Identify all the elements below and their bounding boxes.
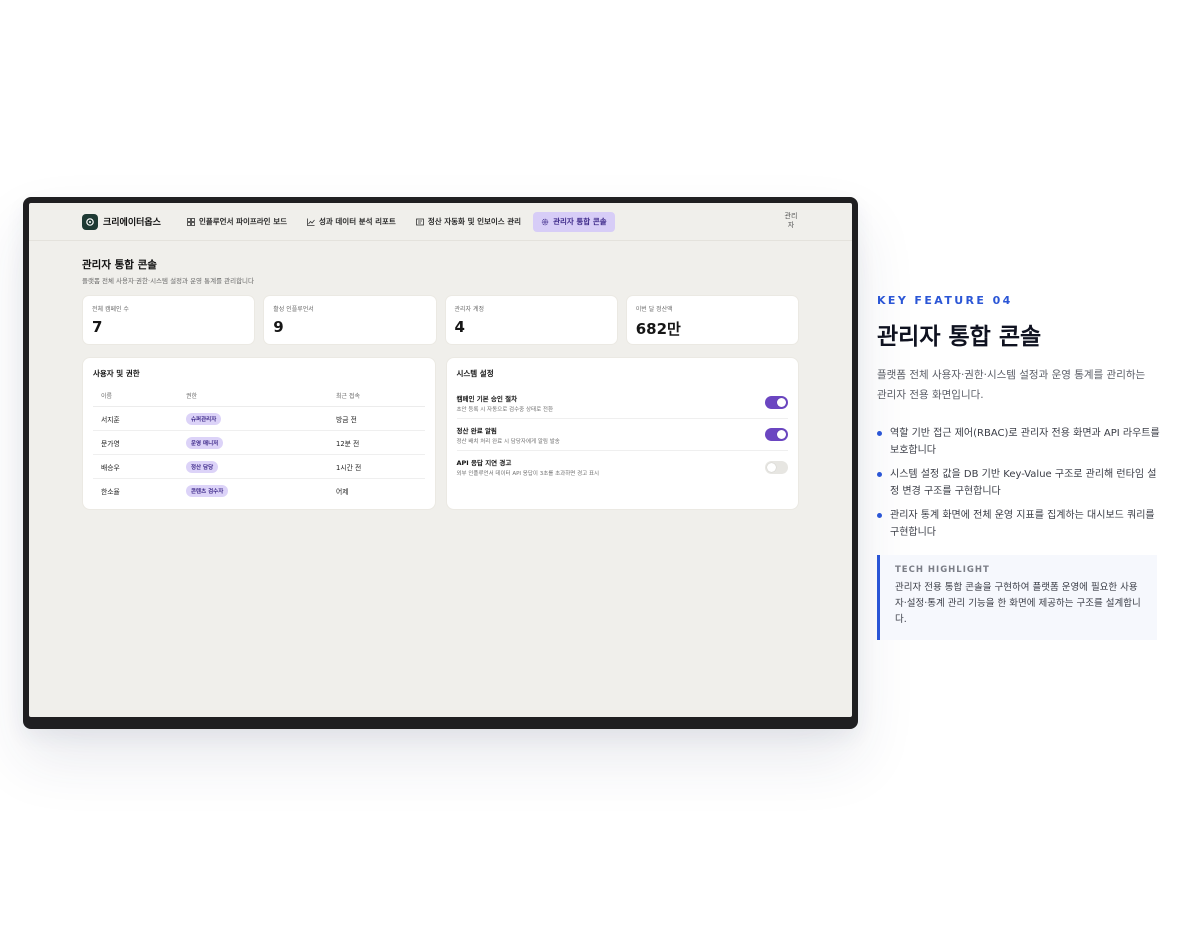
brand-logo-icon xyxy=(82,213,98,230)
setting-row: API 응답 지연 경고 외부 인플루언서 데이터 API 응답이 3초를 초과… xyxy=(456,451,788,483)
stat-label: 관리자 계정 xyxy=(454,306,485,313)
app-screen: 크리에이터옵스 인플루언서 파이프라인 보드 성과 데이터 분석 리포트 정산 … xyxy=(29,203,852,717)
toggle-knob xyxy=(777,398,786,407)
top-navigation-bar: 크리에이터옵스 인플루언서 파이프라인 보드 성과 데이터 분석 리포트 정산 … xyxy=(29,203,852,241)
nav-item-pipeline-board[interactable]: 인플루언서 파이프라인 보드 xyxy=(179,212,295,232)
stat-card-settlement: 이번 달 정산액 682만 xyxy=(625,295,799,345)
column-header-last-access: 최근 접속 xyxy=(328,391,425,407)
gear-icon xyxy=(541,218,549,225)
role-badge: 운영 매니저 xyxy=(186,436,224,449)
panel-title: 사용자 및 권한 xyxy=(93,369,140,378)
users-permissions-panel: 사용자 및 권한 이름 권한 최근 접속 서지훈 슈퍼관리자 방금 전 문가영 … xyxy=(82,357,436,510)
stat-label: 활성 인플루언서 xyxy=(273,306,314,313)
setting-row: 캠페인 기본 승인 절차 초안 등록 시 자동으로 검수중 상태로 전환 xyxy=(456,387,788,419)
panels-row: 사용자 및 권한 이름 권한 최근 접속 서지훈 슈퍼관리자 방금 전 문가영 … xyxy=(82,357,799,510)
setting-name: 캠페인 기본 승인 절차 xyxy=(456,394,518,403)
nav-item-analytics-report[interactable]: 성과 데이터 분석 리포트 xyxy=(299,212,404,232)
feature-bullet: 관리자 통계 화면에 전체 운영 지표를 집계하는 대시보드 쿼리를 구현합니다 xyxy=(877,507,1162,541)
stat-card-campaigns: 전체 캠페인 수 7 xyxy=(82,295,256,345)
table-row[interactable]: 문가영 운영 매니저 12분 전 xyxy=(93,430,425,455)
stat-card-influencers: 활성 인플루언서 9 xyxy=(263,295,437,345)
toggle-knob xyxy=(767,462,776,472)
feature-description: KEY FEATURE 04 관리자 통합 콘솔 플랫폼 전체 사용자·권한·시… xyxy=(877,294,1162,640)
nav-item-admin-console[interactable]: 관리자 통합 콘솔 xyxy=(533,211,615,232)
setting-name: API 응답 지연 경고 xyxy=(456,459,512,467)
brand-name: 크리에이터옵스 xyxy=(103,218,161,228)
column-header-role: 권한 xyxy=(178,391,328,407)
column-header-name: 이름 xyxy=(93,391,178,407)
tech-highlight-text: 관리자 전용 통합 콘솔을 구현하여 플랫폼 운영에 필요한 사용자·설정·통계… xyxy=(895,582,1141,625)
user-name: 배승우 xyxy=(93,454,178,479)
toggle-knob xyxy=(777,430,786,439)
stat-value: 7 xyxy=(92,318,103,336)
board-icon xyxy=(187,217,195,226)
last-access: 어제 xyxy=(336,487,349,496)
role-badge: 콘텐츠 검수자 xyxy=(186,484,229,497)
stats-row: 전체 캠페인 수 7 활성 인플루언서 9 관리자 계정 4 이번 달 정산액 … xyxy=(82,295,799,345)
toggle-switch[interactable] xyxy=(765,428,788,441)
user-name: 문가영 xyxy=(93,430,178,455)
main-content: 관리자 통합 콘솔 플랫폼 전체 사용자·권한·시스템 설정과 운영 통계를 관… xyxy=(29,257,852,510)
tech-highlight-label: TECH HIGHLIGHT xyxy=(895,565,990,575)
feature-bullet: 시스템 설정 값을 DB 기반 Key-Value 구조로 관리해 런타임 설정… xyxy=(877,466,1162,500)
stat-card-admins: 관리자 계정 4 xyxy=(444,295,618,345)
invoice-icon xyxy=(415,218,424,225)
table-row[interactable]: 서지훈 슈퍼관리자 방금 전 xyxy=(93,406,425,431)
toggle-switch[interactable] xyxy=(765,460,788,474)
stat-value: 4 xyxy=(454,318,465,336)
users-table: 이름 권한 최근 접속 서지훈 슈퍼관리자 방금 전 문가영 운영 매니저 12… xyxy=(93,391,425,503)
setting-description: 초안 등록 시 자동으로 검수중 상태로 전환 xyxy=(456,406,554,413)
stat-value: 682만 xyxy=(635,320,681,338)
nav-label: 성과 데이터 분석 리포트 xyxy=(319,217,396,226)
setting-name: 정산 완료 알림 xyxy=(456,426,497,435)
user-name: 서지훈 xyxy=(93,406,178,431)
stat-label: 전체 캠페인 수 xyxy=(92,306,129,313)
setting-row: 정산 완료 알림 정산 배치 처리 완료 시 담당자에게 알림 발송 xyxy=(456,419,788,451)
settings-list: 캠페인 기본 승인 절차 초안 등록 시 자동으로 검수중 상태로 전환 정산 … xyxy=(456,387,788,483)
last-access: 방금 전 xyxy=(328,406,425,431)
main-nav: 인플루언서 파이프라인 보드 성과 데이터 분석 리포트 정산 자동화 및 인보… xyxy=(179,211,615,232)
role-badge: 정산 담당 xyxy=(186,460,219,473)
stat-label: 이번 달 정산액 xyxy=(635,306,673,313)
table-row[interactable]: 한소율 콘텐츠 검수자 어제 xyxy=(93,479,425,503)
feature-bullet: 역할 기반 접근 제어(RBAC)로 관리자 전용 화면과 API 라우트를 보… xyxy=(877,425,1162,459)
nav-label: 정산 자동화 및 인보이스 관리 xyxy=(427,217,522,226)
system-settings-panel: 시스템 설정 캠페인 기본 승인 절차 초안 등록 시 자동으로 검수중 상태로… xyxy=(445,357,799,510)
brand[interactable]: 크리에이터옵스 xyxy=(82,213,161,230)
page-subtitle: 플랫폼 전체 사용자·권한·시스템 설정과 운영 통계를 관리합니다 xyxy=(82,277,255,285)
toggle-switch[interactable] xyxy=(765,396,788,409)
last-access: 1시간 전 xyxy=(328,454,425,479)
table-row[interactable]: 배승우 정산 담당 1시간 전 xyxy=(93,454,425,479)
setting-description: 정산 배치 처리 완료 시 담당자에게 알림 발송 xyxy=(456,438,560,445)
feature-bullet-list: 역할 기반 접근 제어(RBAC)로 관리자 전용 화면과 API 라우트를 보… xyxy=(877,425,1162,541)
feature-kicker: KEY FEATURE 04 xyxy=(877,294,1013,307)
nav-label: 인플루언서 파이프라인 보드 xyxy=(198,217,287,226)
setting-description: 외부 인플루언서 데이터 API 응답이 3초를 초과하면 경고 표시 xyxy=(456,471,600,477)
stat-value: 9 xyxy=(273,318,284,336)
device-frame: 크리에이터옵스 인플루언서 파이프라인 보드 성과 데이터 분석 리포트 정산 … xyxy=(23,197,858,729)
user-name: 한소율 xyxy=(101,487,120,496)
feature-title: 관리자 통합 콘솔 xyxy=(877,324,1042,350)
avatar[interactable]: 관리자 xyxy=(782,212,800,232)
tech-highlight-box: TECH HIGHLIGHT 관리자 전용 통합 콘솔을 구현하여 플랫폼 운영… xyxy=(877,555,1157,640)
last-access: 12분 전 xyxy=(328,430,425,455)
feature-description-text: 플랫폼 전체 사용자·권한·시스템 설정과 운영 통계를 관리하는 관리자 전용… xyxy=(877,369,1146,401)
chart-icon xyxy=(307,218,315,226)
nav-label: 관리자 통합 콘솔 xyxy=(553,217,607,226)
page-title: 관리자 통합 콘솔 xyxy=(82,259,157,271)
panel-title: 시스템 설정 xyxy=(456,369,494,378)
nav-item-settlement-invoice[interactable]: 정산 자동화 및 인보이스 관리 xyxy=(408,212,529,232)
role-badge: 슈퍼관리자 xyxy=(186,412,222,425)
